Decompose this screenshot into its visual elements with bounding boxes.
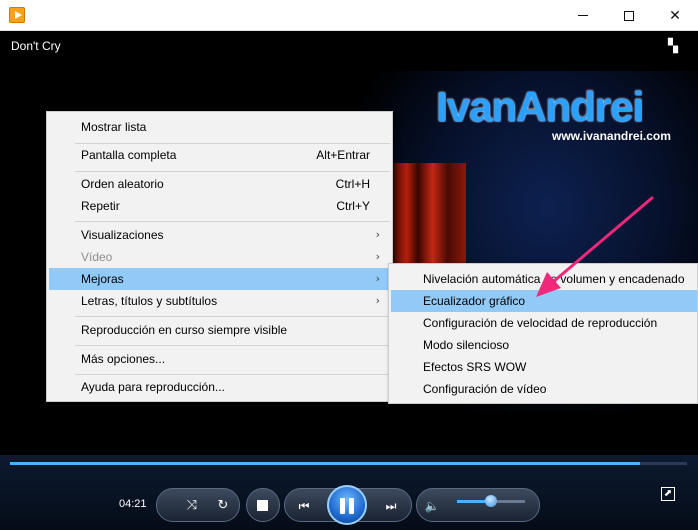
watermark-logo: IvanAndrei <box>436 83 644 130</box>
minimize-button[interactable] <box>560 0 606 31</box>
menu-item-repeat[interactable]: Repetir Ctrl+Y <box>49 195 390 217</box>
menu-item-video: Vídeo › <box>49 246 390 268</box>
previous-icon[interactable]: ⏮ <box>290 496 318 516</box>
menu-item-lyrics-captions[interactable]: Letras, títulos y subtítulos › <box>49 290 390 312</box>
shuffle-icon[interactable]: ⤨ <box>182 496 202 516</box>
pause-icon <box>349 498 354 514</box>
seek-bar-progress <box>10 462 640 465</box>
menu-item-shortcut: Ctrl+Y <box>336 199 370 213</box>
minimize-icon <box>578 15 588 16</box>
submenu-item-label: Efectos SRS WOW <box>423 360 527 374</box>
submenu-item-label: Modo silencioso <box>423 338 510 352</box>
next-icon[interactable]: ⏭ <box>377 496 405 516</box>
menu-item-label: Orden aleatorio <box>81 177 164 191</box>
menu-item-more-options[interactable]: Más opciones... <box>49 348 390 370</box>
media-player-app-icon <box>9 7 25 23</box>
menu-separator <box>75 171 390 172</box>
menu-item-label: Ayuda para reproducción... <box>81 380 225 394</box>
menu-item-shortcut: Alt+Entrar <box>316 148 370 162</box>
submenu-item-srs-wow-effects[interactable]: Efectos SRS WOW <box>391 356 697 378</box>
repeat-icon[interactable]: ↻ <box>213 496 233 516</box>
menu-item-enhancements[interactable]: Mejoras › <box>49 268 390 290</box>
menu-separator <box>75 221 390 222</box>
menu-item-always-on-top[interactable]: Reproducción en curso siempre visible <box>49 319 390 341</box>
menu-item-label: Mejoras <box>81 272 124 286</box>
submenu-item-graphic-equalizer[interactable]: Ecualizador gráfico <box>391 290 697 312</box>
volume-slider-thumb[interactable] <box>485 495 497 507</box>
chevron-right-icon: › <box>375 294 380 307</box>
album-art <box>392 163 466 273</box>
seek-bar[interactable] <box>10 462 687 465</box>
submenu-item-label: Configuración de vídeo <box>423 382 547 396</box>
volume-slider[interactable] <box>457 495 525 507</box>
switch-to-fullscreen-icon[interactable]: ⬈ <box>661 487 675 501</box>
close-button[interactable]: ✕ <box>652 0 698 31</box>
menu-item-label: Pantalla completa <box>81 148 177 162</box>
enhancements-submenu: Nivelación automática de volumen y encad… <box>388 263 698 404</box>
menu-item-fullscreen[interactable]: Pantalla completa Alt+Entrar <box>49 144 390 166</box>
chevron-right-icon: › <box>375 272 380 285</box>
title-bar: ✕ <box>0 0 698 31</box>
menu-item-label: Letras, títulos y subtítulos <box>81 294 218 308</box>
submenu-item-label: Ecualizador gráfico <box>423 294 526 308</box>
submenu-item-label: Nivelación automática de volumen y encad… <box>423 272 685 286</box>
switch-to-library-icon[interactable]: ▚ <box>668 39 686 55</box>
watermark-url: www.ivanandrei.com <box>552 129 671 143</box>
submenu-item-quiet-mode[interactable]: Modo silencioso <box>391 334 697 356</box>
submenu-item-video-settings[interactable]: Configuración de vídeo <box>391 378 697 400</box>
submenu-item-play-speed-settings[interactable]: Configuración de velocidad de reproducci… <box>391 312 697 334</box>
pause-button[interactable] <box>327 485 367 525</box>
submenu-item-label: Configuración de velocidad de reproducci… <box>423 316 658 330</box>
close-icon: ✕ <box>669 7 681 24</box>
menu-item-label: Más opciones... <box>81 352 166 366</box>
chevron-right-icon: › <box>375 228 380 241</box>
menu-separator <box>75 316 390 317</box>
maximize-icon <box>624 10 634 21</box>
menu-item-label: Vídeo <box>81 250 113 264</box>
stop-icon[interactable] <box>257 500 268 511</box>
menu-separator <box>75 374 390 375</box>
chevron-right-icon: › <box>375 250 380 263</box>
menu-item-label: Visualizaciones <box>81 228 164 242</box>
menu-item-help[interactable]: Ayuda para reproducción... <box>49 376 390 398</box>
menu-item-show-list[interactable]: Mostrar lista <box>49 116 390 138</box>
menu-item-label: Repetir <box>81 199 120 213</box>
menu-separator <box>75 345 390 346</box>
elapsed-time: 04:21 <box>119 498 147 510</box>
menu-item-visualizations[interactable]: Visualizaciones › <box>49 224 390 246</box>
menu-item-label: Mostrar lista <box>81 120 147 134</box>
context-menu: Mostrar lista Pantalla completa Alt+Entr… <box>46 111 393 402</box>
menu-item-shuffle[interactable]: Orden aleatorio Ctrl+H <box>49 173 390 195</box>
playback-controls: 04:21 ⤨ ↻ ⏮ ⏭ 🔈 ⬈ <box>0 455 698 530</box>
speaker-icon[interactable]: 🔈 <box>423 496 441 516</box>
menu-item-shortcut: Ctrl+H <box>335 177 370 191</box>
maximize-button[interactable] <box>606 0 652 31</box>
menu-item-label: Reproducción en curso siempre visible <box>81 323 288 337</box>
pause-icon <box>340 498 345 514</box>
now-playing-title: Don't Cry <box>11 39 61 53</box>
submenu-item-auto-volume-leveling[interactable]: Nivelación automática de volumen y encad… <box>391 268 697 290</box>
